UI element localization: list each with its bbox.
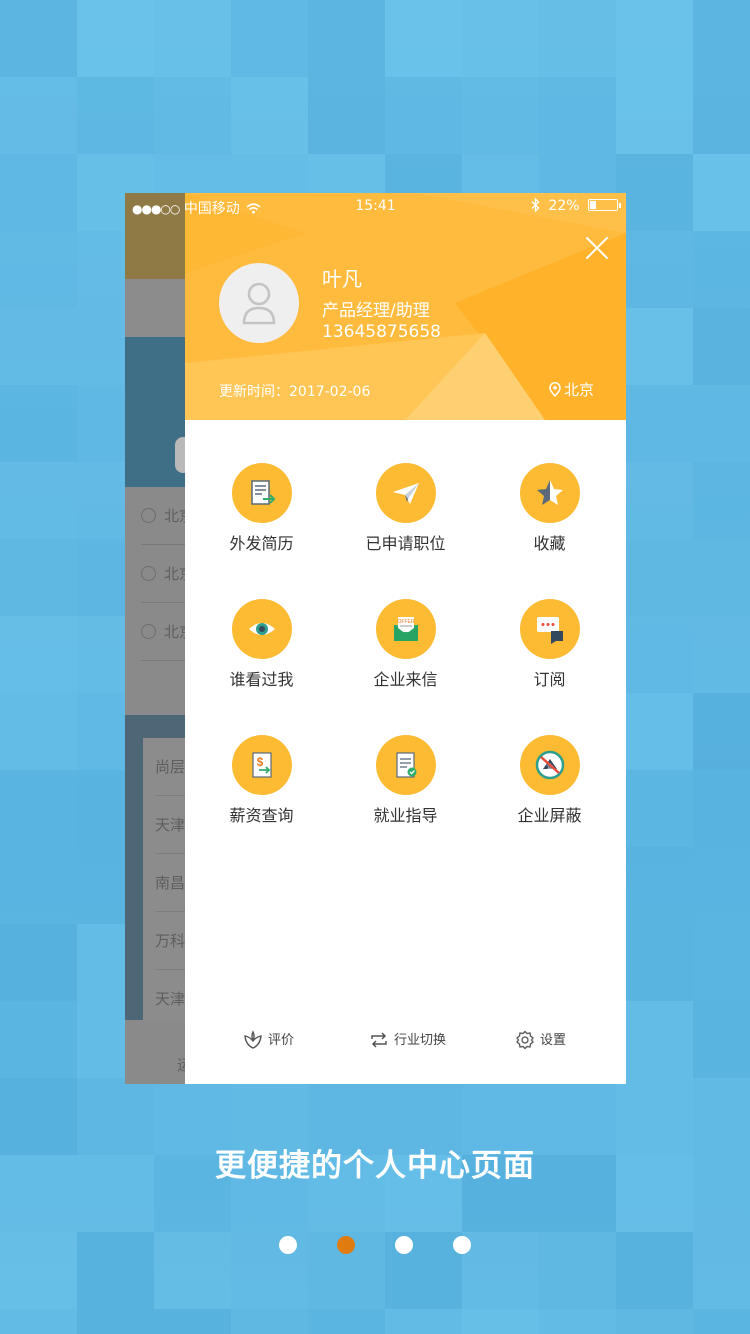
salary-doc-icon: $: [252, 752, 272, 778]
star-icon: [537, 480, 563, 505]
user-name: 叶凡: [322, 267, 362, 291]
personal-center-drawer: 叶凡 产品经理/助理 13645875658 更新时间：2017-02-06 北…: [185, 193, 626, 1084]
location-selector[interactable]: 北京: [549, 379, 594, 400]
resume-updated-time: 更新时间：2017-02-06: [219, 384, 371, 400]
chat-bubble-icon: [537, 617, 563, 644]
menu-career-guidance[interactable]: 就业指导: [332, 692, 479, 825]
battery-level: [590, 201, 597, 209]
profile-header: 叶凡 产品经理/助理 13645875658 更新时间：2017-02-06 北…: [185, 193, 626, 420]
page-dot[interactable]: [453, 1236, 471, 1254]
eye-icon: [249, 623, 275, 635]
offer-mail-icon: OFFER: [394, 617, 418, 641]
paper-plane-icon: [393, 483, 419, 504]
menu-favorites[interactable]: 收藏: [476, 420, 623, 553]
bluetooth-icon: [531, 197, 540, 213]
guide-doc-icon: [396, 752, 417, 778]
block-company-icon: 企: [535, 750, 565, 780]
menu-applied-jobs[interactable]: 已申请职位: [332, 420, 479, 553]
rate-button[interactable]: 评价: [243, 1029, 294, 1061]
menu-subscriptions[interactable]: 订阅: [476, 556, 623, 689]
user-job-title: 产品经理/助理: [322, 301, 430, 321]
resume-send-icon: [251, 480, 276, 505]
switch-industry-button[interactable]: 行业切换: [369, 1029, 446, 1061]
menu-block-companies[interactable]: 企 企业屏蔽: [476, 692, 623, 825]
menu-company-messages[interactable]: OFFER 企业来信: [332, 556, 479, 689]
battery-icon: [588, 199, 621, 211]
location-pin-icon: [549, 382, 561, 398]
gear-icon: [516, 1030, 534, 1050]
clock-icon: [141, 624, 156, 639]
page-dot[interactable]: [279, 1236, 297, 1254]
drawer-footer: 评价 行业切换 设置: [185, 1029, 626, 1061]
clock-icon: [141, 508, 156, 523]
phone-screenshot: 北京 北京 北京 尚层 天津 南昌 万科 天津 运 ●●●○○ 中国移动 15:…: [125, 193, 626, 1084]
battery-percent: 22%: [548, 198, 580, 214]
location-label: 北京: [563, 381, 594, 399]
user-icon: [242, 282, 276, 325]
lotus-icon: [244, 1030, 262, 1049]
page-caption: 更便捷的个人中心页面: [215, 1148, 535, 1184]
avatar[interactable]: [219, 263, 299, 343]
user-phone: 13645875658: [322, 322, 441, 342]
page-indicator: [0, 1236, 750, 1256]
status-bar: ●●●○○ 中国移动 15:41 22%: [125, 193, 626, 221]
close-button[interactable]: [584, 235, 610, 261]
menu-sent-resumes[interactable]: 外发简历: [188, 420, 335, 553]
svg-text:OFFER: OFFER: [398, 619, 415, 625]
svg-text:$: $: [257, 755, 264, 769]
page-dot[interactable]: [395, 1236, 413, 1254]
page-dot-active[interactable]: [337, 1236, 355, 1254]
switch-arrows-icon: [371, 1032, 387, 1048]
clock-icon: [141, 566, 156, 581]
menu-salary-query[interactable]: $ 薪资查询: [188, 692, 335, 825]
settings-button[interactable]: 设置: [515, 1029, 566, 1061]
menu-who-viewed-me[interactable]: 谁看过我: [188, 556, 335, 689]
